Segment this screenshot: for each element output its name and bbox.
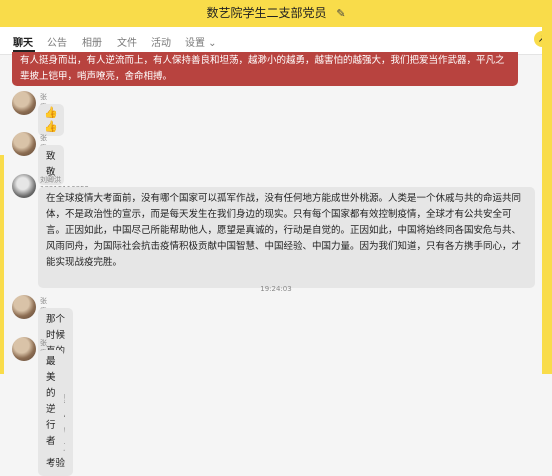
message-text: 有人挺身而出，有人逆流而上，有人保持善良和坦荡，越渺小的越勇，越害怕的越强大，我… [20,55,505,82]
tab-settings[interactable]: 设置 ⌄ [185,34,217,49]
message-bubble[interactable]: 👍👍 [38,104,64,136]
tab-album[interactable]: 相册 [82,34,102,49]
avatar[interactable] [12,337,36,361]
avatar[interactable] [12,295,36,319]
window-title: 数艺院学生二支部党员 [206,6,327,20]
message-bubble[interactable]: 在全球疫情大考面前，没有哪个国家可以孤军作战，没有任何地方能成世外桃源。人类是一… [38,187,535,288]
tab-bar: 聊天 公告 相册 文件 活动 设置 ⌄ [0,27,552,55]
right-panel-edge [542,27,552,374]
window-title-bar: 数艺院学生二支部党员 ✎ [0,0,552,27]
message-bubble[interactable]: 最美的逆行者 [38,350,64,454]
message-timestamp: 19:24:03 [260,285,292,293]
left-panel-edge [0,155,4,374]
avatar[interactable] [12,91,36,115]
tab-activity[interactable]: 活动 [151,34,171,49]
tab-announcement[interactable]: 公告 [47,34,67,49]
avatar[interactable] [12,132,36,156]
tab-files[interactable]: 文件 [117,34,137,49]
highlighted-message-bubble[interactable]: 有人挺身而出，有人逆流而上，有人保持善良和坦荡，越渺小的越勇，越害怕的越强大，我… [12,52,518,86]
edit-icon[interactable]: ✎ [336,7,345,20]
avatar[interactable] [12,174,36,198]
tab-chat[interactable]: 聊天 [13,34,33,49]
